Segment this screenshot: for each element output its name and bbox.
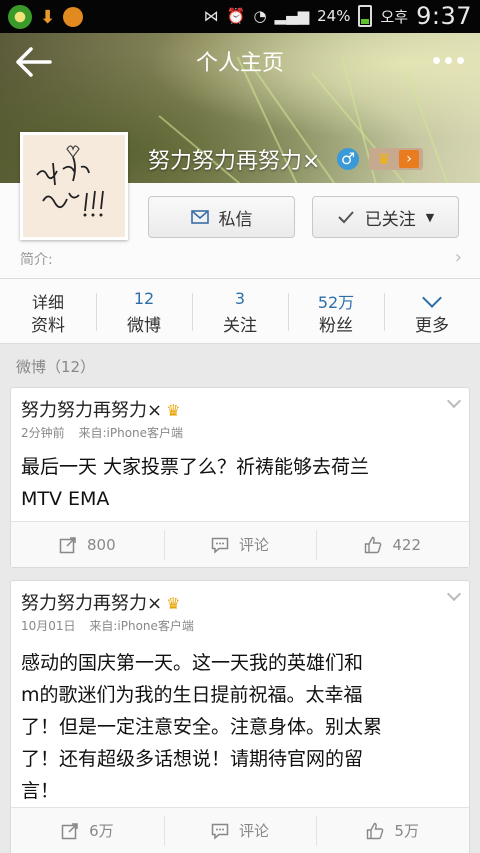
chevron-down-icon [422, 288, 442, 308]
vip-badge[interactable]: ♛ › [369, 148, 423, 170]
like-button[interactable]: 422 [316, 522, 469, 567]
post-text-line: 最后一天 大家投票了么？祈祷能够去荷兰 [21, 456, 370, 478]
vibrate-icon: ⋈ [203, 7, 219, 25]
post-text-line: 了！但是一定注意安全。注意身体。别太累 [21, 716, 383, 738]
stat-details-top: 详细 [31, 293, 64, 312]
stat-label: 关注 [223, 316, 257, 336]
thumbs-up-icon [365, 536, 382, 553]
follow-status-button[interactable]: 已关注 ▼ [312, 196, 459, 238]
page-title: 个人主页 [195, 51, 284, 76]
stat-label: 粉丝 [319, 316, 353, 336]
post-text: 最后一天 大家投票了么？祈祷能够去荷兰 MTV EMA [21, 451, 451, 515]
repost-button[interactable]: 800 [11, 522, 164, 567]
comment-icon [211, 823, 229, 840]
post-actions: 6万 评论 5万 [11, 807, 469, 853]
follow-button-label: 已关注 [364, 209, 416, 230]
post-text-line: 感动的国庆第一天。这一天我的英雄们和 [21, 652, 364, 674]
alarm-icon: ⏰ [226, 7, 246, 25]
am-pm-label: 오후 [380, 7, 409, 26]
stat-more[interactable]: 更多 [384, 281, 480, 343]
stat-weibo[interactable]: 12 微博 [96, 281, 192, 343]
post-author[interactable]: 努力努力再努力× ♛ [21, 589, 180, 615]
chevron-right-icon: › [399, 150, 419, 168]
message-button[interactable]: 私信 [148, 196, 295, 238]
stat-following[interactable]: 3 关注 [192, 281, 288, 343]
message-button-label: 私信 [218, 209, 253, 230]
battery-percent: 24% [317, 7, 351, 25]
post-text-line: MTV EMA [21, 488, 110, 510]
wifi-icon: ◔ [253, 7, 267, 25]
post-meta: 10月01日 来自:iPhone客户端 [21, 617, 194, 634]
repost-button[interactable]: 6万 [11, 808, 164, 853]
dropdown-caret-icon: ▼ [425, 210, 435, 224]
comment-icon [211, 537, 229, 554]
crown-icon: ♛ [377, 150, 391, 168]
chevron-right-icon: › [454, 247, 462, 268]
section-title: 微博（12） [16, 358, 96, 376]
profile-username: 努力努力再努力× [148, 149, 321, 174]
post-meta: 2分钟前 来自:iPhone客户端 [21, 424, 183, 441]
battery-icon [358, 5, 373, 27]
crown-icon: ♛ [166, 401, 181, 420]
like-count: 5万 [394, 822, 419, 840]
app-notification-icon [8, 5, 32, 29]
stat-count: 12 [133, 289, 155, 308]
stat-label: 更多 [415, 316, 449, 336]
post-author[interactable]: 努力努力再努力× ♛ [21, 396, 180, 422]
post-actions: 800 评论 422 [11, 521, 469, 567]
envelope-icon [190, 210, 209, 224]
post-text-line: 言！ [21, 780, 60, 802]
divider [0, 343, 480, 344]
stat-count: 3 [234, 289, 246, 308]
comment-label: 评论 [239, 822, 270, 840]
post-author-name: 努力努力再努力× [21, 593, 163, 614]
stat-fans[interactable]: 52万 粉丝 [288, 281, 384, 343]
stat-count: 52万 [317, 293, 355, 312]
thumbs-up-icon [367, 822, 384, 839]
app-notification-icon-2 [63, 7, 84, 27]
like-button[interactable]: 5万 [316, 808, 469, 853]
avatar[interactable] [20, 132, 128, 240]
post-author-name: 努力努力再努力× [21, 400, 163, 421]
post-source: 来自:iPhone客户端 [78, 426, 184, 440]
post-text-line: m的歌迷们为我的生日提前祝福。太幸福 [21, 684, 363, 706]
stat-label: 微博 [127, 316, 161, 336]
comment-label: 评论 [239, 536, 270, 554]
male-gender-icon: ♂ [337, 148, 359, 170]
repost-count: 6万 [89, 822, 114, 840]
repost-icon [59, 536, 76, 553]
clock: 9:37 [416, 2, 472, 30]
signal-icon: ▂▄▆ [274, 7, 310, 25]
post-card[interactable]: 努力努力再努力× ♛ 2分钟前 来自:iPhone客户端 最后一天 大家投票了么？… [10, 387, 470, 568]
checkmark-icon [338, 211, 354, 224]
stat-details[interactable]: 详细 资料 [0, 281, 96, 343]
post-time: 10月01日 [21, 619, 76, 633]
repost-icon [61, 822, 78, 839]
post-time: 2分钟前 [21, 426, 65, 440]
crown-icon: ♛ [166, 594, 181, 613]
post-source: 来自:iPhone客户端 [89, 619, 194, 633]
chevron-down-icon[interactable] [446, 393, 462, 409]
more-options-icon[interactable] [433, 57, 464, 64]
post-card[interactable]: 努力努力再努力× ♛ 10月01日 来自:iPhone客户端 感动的国庆第一天。这… [10, 580, 470, 853]
divider [0, 278, 480, 279]
post-text-line: 了！还有超级多话想说！请期待官网的留 [21, 748, 364, 770]
stat-label: 资料 [31, 316, 65, 336]
chevron-down-icon[interactable] [446, 586, 462, 602]
status-bar: ⬇ ⋈ ⏰ ◔ ▂▄▆ 24% 오후 9:37 [0, 0, 480, 33]
like-count: 422 [392, 535, 421, 554]
bio-label[interactable]: 简介: [20, 249, 53, 269]
profile-stats: 详细 资料 12 微博 3 关注 52万 粉丝 更多 [0, 281, 480, 343]
avatar-handwriting-image [36, 145, 104, 217]
post-text: 感动的国庆第一天。这一天我的英雄们和 m的歌迷们为我的生日提前祝福。太幸福 了！… [21, 647, 451, 807]
comment-button[interactable]: 评论 [163, 808, 317, 853]
repost-count: 800 [87, 535, 116, 554]
comment-button[interactable]: 评论 [163, 522, 317, 567]
download-icon: ⬇ [40, 6, 56, 28]
